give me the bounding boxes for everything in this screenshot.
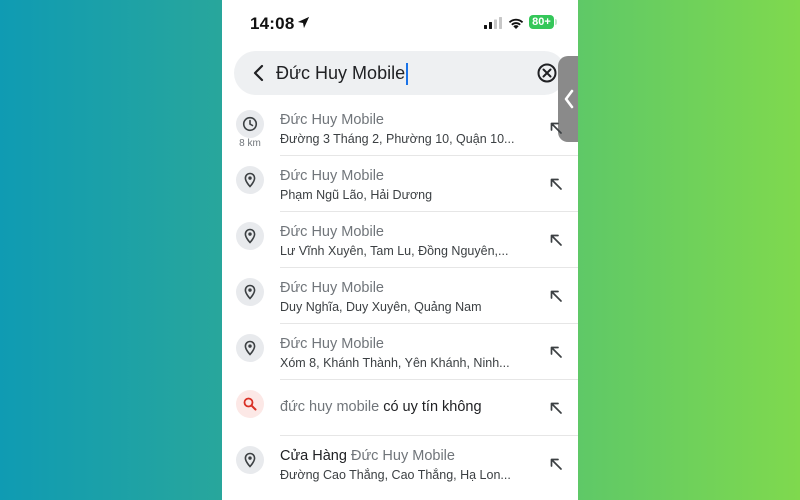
suggestion-text: đức huy mobile có uy tín không [280, 399, 482, 415]
place-icon-badge [236, 278, 264, 306]
list-item[interactable]: Đức Huy Mobile Phạm Ngũ Lão, Hải Dương [222, 156, 578, 212]
pin-icon [244, 452, 256, 468]
result-subtitle: Đường Cao Thắng, Cao Thắng, Hạ Lon... [280, 468, 511, 482]
result-subtitle: Đường 3 Tháng 2, Phường 10, Quận 10... [280, 132, 515, 146]
status-time: 14:08 [250, 14, 295, 33]
suggestion-query-strong: có uy tín không [379, 399, 482, 415]
search-input[interactable]: Đức Huy Mobile [276, 51, 516, 95]
clear-circle-icon[interactable] [535, 61, 559, 85]
result-title-muted: Đức Huy Mobile [350, 448, 455, 464]
place-icon-badge [236, 334, 264, 362]
result-title: Cửa Hàng Đức Huy Mobile [280, 448, 455, 464]
list-item[interactable]: Đức Huy Mobile Xóm 8, Khánh Thành, Yên K… [222, 324, 578, 380]
result-subtitle: Xóm 8, Khánh Thành, Yên Khánh, Ninh... [280, 356, 510, 370]
distance-label: 8 km [239, 138, 261, 149]
search-input-value: Đức Huy Mobile [276, 63, 406, 83]
signal-icon [484, 17, 502, 29]
list-item[interactable]: Đức Huy Mobile Duy Nghĩa, Duy Xuyên, Quả… [222, 268, 578, 324]
list-item[interactable]: Cửa Hàng Đức Huy Mobile Đường Cao Thắng,… [222, 436, 578, 492]
status-bar: 14:08 80+ [222, 0, 578, 46]
result-title: Đức Huy Mobile [280, 224, 384, 240]
search-icon [243, 397, 257, 411]
clock-icon [242, 116, 258, 132]
place-icon-badge [236, 166, 264, 194]
search-bar[interactable]: Đức Huy Mobile [234, 51, 566, 95]
result-title: Đức Huy Mobile [280, 336, 384, 352]
history-icon-badge [236, 110, 264, 138]
battery-icon: 80+ [529, 15, 554, 29]
back-chevron-icon[interactable] [248, 62, 270, 84]
pin-icon [244, 172, 256, 188]
result-subtitle: Phạm Ngũ Lão, Hải Dương [280, 188, 433, 202]
fill-search-arrow-icon[interactable] [548, 288, 564, 304]
battery-tip [555, 19, 557, 25]
result-title: Đức Huy Mobile [280, 112, 384, 128]
text-caret [406, 63, 409, 86]
list-item[interactable]: 8 km Đức Huy Mobile Đường 3 Tháng 2, Phư… [222, 100, 578, 156]
fill-search-arrow-icon[interactable] [548, 344, 564, 360]
result-title-strong: Cửa Hàng [280, 448, 351, 464]
wifi-icon [508, 18, 524, 29]
search-suggestion-badge [236, 390, 264, 418]
result-subtitle: Lư Vĩnh Xuyên, Tam Lu, Đồng Nguyên,... [280, 244, 509, 258]
fill-search-arrow-icon[interactable] [548, 456, 564, 472]
location-arrow-icon [297, 16, 310, 29]
fill-search-arrow-icon[interactable] [548, 232, 564, 248]
pin-icon [244, 228, 256, 244]
pin-icon [244, 284, 256, 300]
pin-icon [244, 340, 256, 356]
phone-screen: 14:08 80+ Đức Huy Mobile 8 km Đức Huy Mo… [222, 0, 578, 500]
fill-search-arrow-icon[interactable] [548, 400, 564, 416]
results-list: 8 km Đức Huy Mobile Đường 3 Tháng 2, Phư… [222, 100, 578, 492]
place-icon-badge [236, 222, 264, 250]
suggestion-query-muted: đức huy mobile [280, 399, 380, 415]
place-icon-badge [236, 446, 264, 474]
result-title: Đức Huy Mobile [280, 280, 384, 296]
list-item[interactable]: đức huy mobile có uy tín không [222, 380, 578, 436]
fill-search-arrow-icon[interactable] [548, 120, 564, 136]
result-title: Đức Huy Mobile [280, 168, 384, 184]
result-subtitle: Duy Nghĩa, Duy Xuyên, Quảng Nam [280, 300, 482, 314]
fill-search-arrow-icon[interactable] [548, 176, 564, 192]
list-item[interactable]: Đức Huy Mobile Lư Vĩnh Xuyên, Tam Lu, Đồ… [222, 212, 578, 268]
